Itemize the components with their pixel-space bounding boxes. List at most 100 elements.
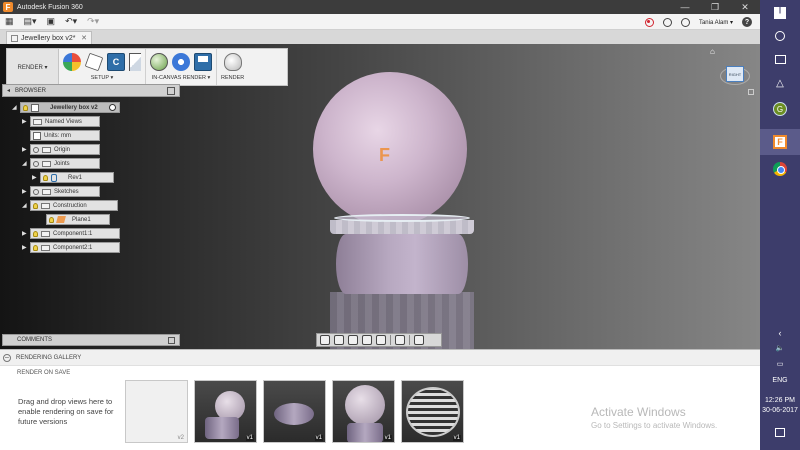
visibility-eye-icon[interactable] (33, 188, 39, 195)
file-menu-icon[interactable]: ▤▾ (19, 14, 42, 30)
expand-arrow-icon[interactable]: ▶ (22, 244, 30, 251)
chrome-taskbar-icon[interactable] (770, 160, 790, 178)
search-cortana-icon[interactable] (770, 27, 790, 45)
redo-icon[interactable]: ↷▾ (82, 14, 104, 30)
save-icon[interactable]: ▣ (42, 14, 61, 30)
render-settings-icon[interactable] (172, 53, 190, 71)
visibility-bulb-icon[interactable] (33, 244, 38, 251)
expand-arrow-icon[interactable]: ◢ (22, 160, 30, 167)
tree-node-units[interactable]: Units: mm (22, 130, 100, 141)
render-label[interactable]: RENDER (221, 75, 244, 81)
minimize-button[interactable]: — (670, 0, 700, 14)
expand-arrow-icon[interactable]: ▶ (22, 118, 30, 125)
green-app-icon[interactable]: G (770, 100, 790, 118)
viewcube-face-right[interactable]: RIGHT (726, 66, 744, 82)
workspace-switcher[interactable]: RENDER ▾ (7, 49, 59, 85)
clock-icon[interactable] (680, 17, 690, 27)
model-sphere-lid[interactable]: F (313, 72, 467, 226)
render-on-save-label: RENDER ON SAVE (17, 370, 71, 376)
input-language[interactable]: ENG (760, 377, 800, 384)
visibility-eye-icon[interactable] (33, 160, 39, 167)
close-button[interactable]: ✕ (730, 0, 760, 14)
browser-panel-header[interactable]: ◂ BROWSER (2, 84, 180, 97)
render-thumbnail[interactable]: v1 (401, 380, 464, 443)
display-settings-icon[interactable] (395, 335, 405, 345)
model-base-band (330, 220, 474, 234)
collapse-gallery-icon[interactable]: – (3, 354, 11, 362)
clock-time[interactable]: 12:26 PM (760, 397, 800, 404)
viewcube-menu-icon[interactable] (748, 89, 754, 95)
tree-node-sketches[interactable]: ▶ Sketches (22, 186, 100, 197)
grid-menu-icon[interactable]: ▦ (0, 14, 19, 30)
viewcube[interactable]: RIGHT (720, 59, 754, 95)
tree-node-origin[interactable]: ▶ Origin (22, 144, 100, 155)
pin-icon[interactable] (167, 87, 175, 95)
expand-arrow-icon[interactable]: ▶ (22, 146, 30, 153)
expand-arrow-icon[interactable]: ◢ (22, 202, 30, 209)
tree-node-rev1[interactable]: ▶ Rev1 (32, 172, 114, 183)
record-icon[interactable] (644, 17, 654, 27)
comments-panel-header[interactable]: COMMENTS (2, 334, 180, 346)
visibility-bulb-icon[interactable] (43, 174, 48, 181)
tree-node-joints[interactable]: ◢ Joints (22, 158, 100, 169)
start-windows-icon[interactable] (770, 4, 790, 22)
fit-icon[interactable] (376, 335, 386, 345)
render-thumbnail[interactable]: v2 (125, 380, 188, 443)
zoom-icon[interactable] (362, 335, 372, 345)
show-hidden-icons-icon[interactable]: ‹ (760, 328, 800, 338)
collapse-caret-icon[interactable]: ◂ (7, 87, 10, 94)
render-teapot-icon[interactable] (223, 53, 242, 71)
rendering-gallery-header[interactable]: – RENDERING GALLERY (0, 349, 760, 365)
task-view-icon[interactable] (770, 50, 790, 68)
home-view-icon[interactable]: ⌂ (710, 47, 718, 56)
setup-menu[interactable]: SETUP ▾ (91, 75, 114, 81)
visibility-bulb-icon[interactable] (23, 104, 28, 111)
capture-image-icon[interactable] (194, 53, 212, 71)
pan-hand-icon[interactable] (348, 335, 358, 345)
grid-settings-icon[interactable] (414, 335, 424, 345)
scene-settings-icon[interactable] (84, 52, 104, 72)
render-thumbnail[interactable]: v1 (263, 380, 326, 443)
action-center-icon[interactable] (760, 428, 800, 437)
decal-icon[interactable] (129, 53, 141, 71)
texture-map-icon[interactable]: C (107, 53, 125, 71)
render-thumbnail[interactable]: v1 (194, 380, 257, 443)
add-comment-icon[interactable] (168, 337, 175, 344)
tree-node-construction[interactable]: ◢ Construction (22, 200, 118, 211)
expand-arrow-icon[interactable]: ◢ (12, 104, 20, 111)
orbit-icon[interactable] (320, 335, 330, 345)
maximize-button[interactable]: ❐ (700, 0, 730, 14)
job-status-icon[interactable] (662, 17, 672, 27)
close-tab-icon[interactable]: ✕ (81, 34, 87, 42)
setup-group: C SETUP ▾ (59, 49, 146, 85)
volume-icon[interactable]: 🔈 (760, 344, 800, 352)
undo-icon[interactable]: ↶▾ (60, 14, 82, 30)
in-canvas-render-menu[interactable]: IN-CANVAS RENDER ▾ (152, 75, 211, 81)
look-at-icon[interactable] (334, 335, 344, 345)
expand-arrow-icon[interactable]: ▶ (22, 188, 30, 195)
visibility-bulb-icon[interactable] (33, 202, 38, 209)
user-menu[interactable]: Tania Alam ▾ (699, 19, 733, 26)
document-tab[interactable]: Jewellery box v2* ✕ (6, 31, 92, 44)
network-icon[interactable]: ▭ (760, 360, 800, 368)
canvas-viewport[interactable]: RENDER ▾ C SETUP ▾ IN-CANVAS RENDER ▾ RE… (0, 44, 760, 349)
render-thumbnail[interactable]: v1 (332, 380, 395, 443)
expand-arrow-icon[interactable]: ▶ (22, 230, 30, 237)
clock-date[interactable]: 30-06-2017 (760, 407, 800, 414)
expand-arrow-icon[interactable]: ▶ (32, 174, 40, 181)
in-canvas-render-icon[interactable] (150, 53, 168, 71)
help-icon[interactable]: ? (742, 17, 752, 27)
drive-app-icon[interactable]: △ (770, 74, 790, 92)
fusion360-taskbar-icon[interactable]: F (760, 129, 800, 155)
visibility-eye-icon[interactable] (33, 146, 39, 153)
visibility-bulb-icon[interactable] (49, 216, 54, 223)
appearance-icon[interactable] (63, 53, 81, 71)
model-box-base[interactable] (330, 214, 474, 349)
tree-node-component2[interactable]: ▶ Component2:1 (22, 242, 120, 253)
tree-root[interactable]: ◢ Jewellery box v2 (12, 102, 120, 113)
visibility-bulb-icon[interactable] (33, 230, 38, 237)
tree-node-named-views[interactable]: ▶ Named Views (22, 116, 100, 127)
tree-node-component1[interactable]: ▶ Component1:1 (22, 228, 120, 239)
tree-node-plane1[interactable]: Plane1 (38, 214, 110, 225)
activate-radio-icon[interactable] (108, 104, 116, 111)
